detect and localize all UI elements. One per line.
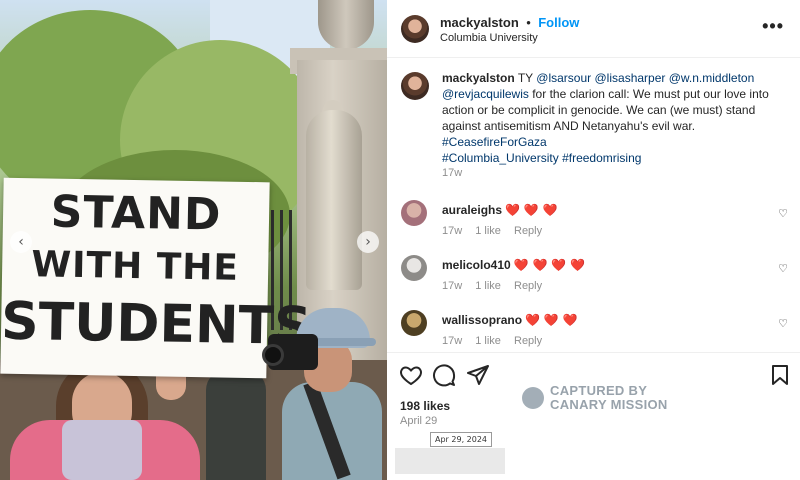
caption-timestamp: 17w — [442, 167, 463, 179]
comment-like-icon[interactable]: ♡ — [778, 207, 788, 220]
post-date[interactable]: April 29 — [400, 415, 437, 427]
watermark-line-1: CAPTURED BY — [550, 383, 648, 398]
author-username[interactable]: mackyalston — [440, 15, 519, 30]
watermark-logo-icon — [522, 387, 544, 409]
photo-lens — [262, 344, 284, 366]
sign-line-2: WITH THE — [31, 244, 240, 289]
post-header: mackyalston • Follow Columbia University… — [387, 0, 800, 58]
commenter-username[interactable]: melicolo410 — [442, 258, 511, 272]
hashtag-link[interactable]: #CeasefireForGaza — [442, 135, 547, 149]
share-icon[interactable] — [466, 363, 490, 387]
next-image-button[interactable]: › — [357, 231, 379, 253]
caption-avatar[interactable] — [401, 72, 429, 100]
mention-link[interactable]: @lisasharper — [595, 71, 666, 85]
author-avatar[interactable] — [401, 15, 429, 43]
commenter-avatar[interactable] — [401, 200, 427, 226]
post-photo[interactable]: STAND WITH THE STUDENTS ‹ › — [0, 0, 387, 480]
protest-sign: STAND WITH THE STUDENTS — [0, 177, 312, 379]
reply-button[interactable]: Reply — [514, 280, 542, 292]
commenter-username[interactable]: auraleighs — [442, 203, 502, 217]
mention-link[interactable]: @lsarsour — [536, 71, 591, 85]
save-bookmark-icon[interactable] — [768, 363, 792, 387]
comment-icon[interactable] — [432, 363, 456, 387]
reply-button[interactable]: Reply — [514, 225, 542, 237]
commenter-avatar[interactable] — [401, 310, 427, 336]
comment-like-icon[interactable]: ♡ — [778, 317, 788, 330]
photo-scarf — [62, 420, 142, 480]
comment-item: auraleighs ❤️ ❤️ ❤️ 17w 1 like Reply ♡ — [387, 200, 800, 250]
commenter-username[interactable]: wallissoprano — [442, 313, 522, 327]
comment-item: melicolo410 ❤️ ❤️ ❤️ ❤️ 17w 1 like Reply … — [387, 255, 800, 305]
reply-button[interactable]: Reply — [514, 335, 542, 347]
mention-link[interactable]: @w.n.middleton — [669, 71, 755, 85]
sign-line-1: STAND — [50, 186, 222, 241]
photo-statue — [306, 110, 362, 290]
caption-text-before: TY — [517, 71, 537, 85]
comment-age: 17w — [442, 280, 463, 292]
likes-count[interactable]: 198 likes — [400, 399, 450, 413]
post-caption: mackyalston TY @lsarsour @lisasharper @w… — [442, 70, 782, 166]
commenter-avatar[interactable] — [401, 255, 427, 281]
comment-like-icon[interactable]: ♡ — [778, 262, 788, 275]
comment-text: ❤️ ❤️ ❤️ ❤️ — [513, 258, 585, 272]
follow-button[interactable]: Follow — [538, 15, 579, 30]
header-separator: • — [526, 15, 531, 30]
comment-text: ❤️ ❤️ ❤️ — [505, 203, 558, 217]
comment-likes[interactable]: 1 like — [475, 335, 501, 347]
hashtag-link[interactable]: #Columbia_University — [442, 151, 559, 165]
comment-text: ❤️ ❤️ ❤️ — [525, 313, 578, 327]
post-location[interactable]: Columbia University — [440, 32, 538, 44]
watermark: CAPTURED BY CANARY MISSION — [522, 384, 668, 412]
photo-bystander — [206, 370, 266, 480]
photo-urn — [318, 0, 374, 50]
comment-likes[interactable]: 1 like — [475, 280, 501, 292]
add-comment-bar[interactable] — [395, 448, 505, 474]
prev-image-button[interactable]: ‹ — [10, 231, 32, 253]
comment-age: 17w — [442, 225, 463, 237]
hashtag-link[interactable]: #freedomrising — [562, 151, 641, 165]
caption-username[interactable]: mackyalston — [442, 71, 515, 85]
watermark-line-2: CANARY MISSION — [550, 397, 668, 412]
more-options-icon[interactable]: ••• — [762, 16, 784, 37]
sign-line-3: STUDENTS — [0, 291, 312, 358]
comment-likes[interactable]: 1 like — [475, 225, 501, 237]
date-tooltip: Apr 29, 2024 — [430, 432, 493, 447]
comment-age: 17w — [442, 335, 463, 347]
mention-link[interactable]: @revjacquilewis — [442, 87, 529, 101]
like-icon[interactable] — [399, 363, 423, 387]
